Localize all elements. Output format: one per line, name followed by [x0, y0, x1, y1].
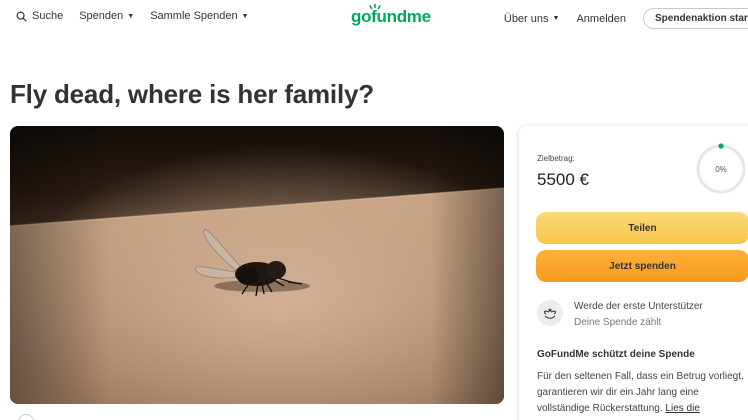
nav-left-group: Suche Spenden ▼ Sammle Spenden ▼: [16, 10, 265, 22]
protection-read-more-link[interactable]: Lies die: [665, 403, 699, 414]
search-label: Suche: [32, 10, 64, 22]
logo-sunburst-icon: [369, 4, 381, 10]
search-icon: [16, 11, 27, 22]
helping-hands-icon: [537, 300, 563, 326]
login-label: Anmelden: [576, 12, 626, 25]
start-fundraiser-label: Spendenaktion starten: [655, 13, 748, 24]
donate-menu-label: Spenden: [79, 10, 124, 22]
donation-card: Zielbetrag: 5500 € 0% Teilen Jetzt spend…: [519, 126, 748, 420]
protection-body: Für den seltenen Fall, dass ein Betrug v…: [537, 371, 744, 414]
protection-title: GoFundMe schützt deine Spende: [537, 349, 695, 360]
goal-value: 5500 €: [537, 170, 589, 189]
campaign-title: Fly dead, where is her family?: [10, 79, 374, 109]
donate-menu[interactable]: Spenden ▼: [79, 10, 134, 22]
top-navigation: Suche Spenden ▼ Sammle Spenden ▼ gofundm…: [0, 0, 748, 36]
progress-percent: 0%: [715, 164, 727, 174]
chevron-down-icon: ▼: [127, 12, 135, 20]
share-button-label: Teilen: [628, 222, 657, 234]
organizer-avatar: [18, 414, 34, 420]
nav-right-group: Über uns ▼ Anmelden Spendenaktion starte…: [504, 8, 748, 29]
collect-menu[interactable]: Sammle Spenden ▼: [150, 10, 248, 22]
about-menu[interactable]: Über uns ▼: [504, 13, 560, 25]
donate-now-label: Jetzt spenden: [609, 260, 676, 272]
collect-menu-label: Sammle Spenden: [150, 10, 238, 22]
share-button[interactable]: Teilen: [536, 212, 748, 244]
donate-now-button[interactable]: Jetzt spenden: [536, 250, 748, 282]
gofundme-logo[interactable]: gofundme: [351, 7, 431, 27]
campaign-image: [10, 126, 504, 404]
fly-photo: [10, 126, 504, 404]
about-label: Über uns: [503, 12, 549, 25]
goal-label: Zielbetrag:: [537, 154, 575, 163]
chevron-down-icon: ▼: [552, 15, 560, 22]
search-link[interactable]: Suche: [16, 10, 63, 22]
first-supporter-title: Werde der erste Unterstützer: [574, 301, 703, 312]
protection-text: Für den seltenen Fall, dass ein Betrug v…: [537, 369, 748, 417]
first-supporter-subtitle: Deine Spende zählt: [574, 317, 662, 328]
login-link[interactable]: Anmelden: [576, 13, 626, 25]
start-fundraiser-button[interactable]: Spendenaktion starten: [643, 8, 748, 29]
logo-text: gofundme: [351, 7, 431, 26]
chevron-down-icon: ▼: [241, 12, 249, 20]
